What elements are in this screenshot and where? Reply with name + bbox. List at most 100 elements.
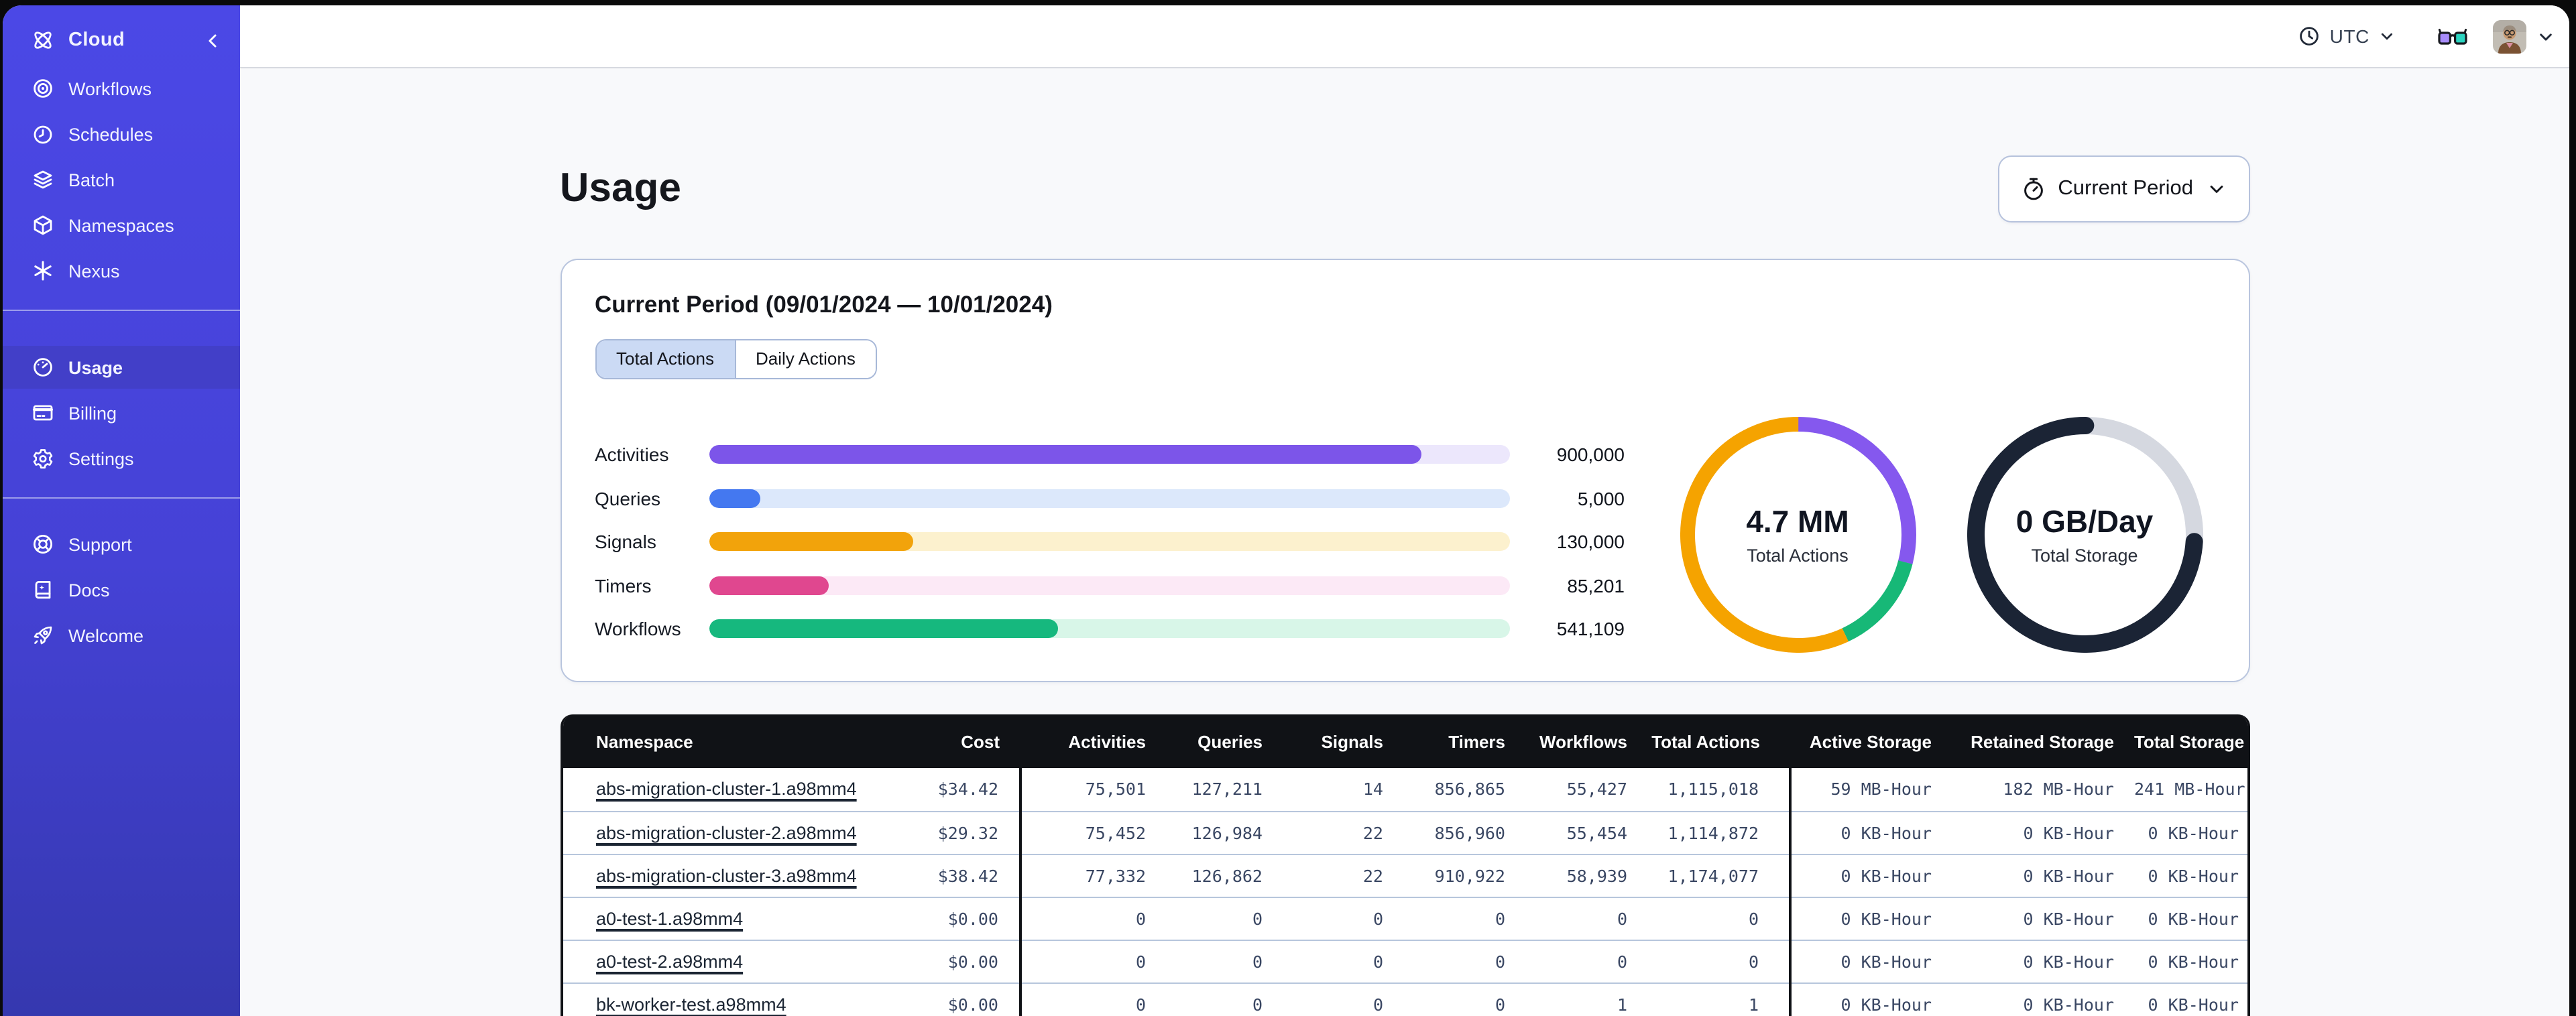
bar-value: 130,000 (1556, 531, 1625, 552)
col-header-namespace: Namespace (596, 731, 693, 751)
namespace-link[interactable]: abs-migration-cluster-2.a98mm4 (596, 822, 857, 842)
cell-cost: $0.00 (947, 951, 998, 971)
batch-icon (31, 169, 54, 190)
cell-retained-storage: 0 KB-Hour (2023, 822, 2114, 842)
sidebar-item-support[interactable]: Support (3, 521, 240, 567)
namespaces-icon (31, 214, 54, 236)
bar-value: 900,000 (1556, 444, 1625, 465)
bar-label: Timers (595, 574, 652, 596)
total-actions-label: Total Actions (1747, 546, 1849, 566)
table-row: abs-migration-cluster-2.a98mm4 $29.32 75… (563, 811, 2247, 854)
cell-activities: 75,501 (1018, 768, 1166, 811)
avatar[interactable] (2493, 19, 2526, 53)
bar-value: 5,000 (1577, 487, 1625, 509)
cell-activities: 77,332 (1018, 854, 1166, 897)
sidebar-collapse-button[interactable] (204, 31, 221, 49)
cell-workflows: 0 (1617, 908, 1627, 928)
cell-retained-storage: 0 KB-Hour (2023, 865, 2114, 885)
namespace-link[interactable]: a0-test-2.a98mm4 (596, 951, 743, 971)
sidebar-item-billing[interactable]: Billing (3, 390, 240, 436)
cell-active-storage: 0 KB-Hour (1788, 811, 1952, 854)
chevron-down-icon (2207, 180, 2225, 198)
cell-timers: 910,922 (1434, 865, 1505, 885)
cell-signals: 0 (1372, 951, 1383, 971)
sidebar-item-usage[interactable]: Usage (3, 346, 240, 389)
timezone-selector[interactable]: UTC (2291, 20, 2403, 52)
cell-total-storage: 0 KB-Hour (2148, 908, 2239, 928)
usage-table: Namespace Cost Activities Queries Signal… (560, 714, 2249, 1016)
glasses-icon[interactable] (2438, 26, 2467, 46)
sidebar-item-label: Schedules (68, 124, 154, 144)
cloud-logo-icon (31, 28, 55, 52)
cell-total-actions: 1 (1748, 994, 1759, 1014)
namespace-link[interactable]: abs-migration-cluster-1.a98mm4 (596, 779, 857, 800)
chevron-down-icon (2379, 28, 2395, 44)
sidebar-item-label: Docs (68, 580, 110, 600)
period-selector-button[interactable]: Current Period (1997, 155, 2249, 223)
tab-total-actions[interactable]: Total Actions (596, 340, 734, 378)
topbar: UTC (240, 5, 2569, 68)
cell-queries: 126,984 (1191, 822, 1263, 842)
table-row: abs-migration-cluster-3.a98mm4 $38.42 77… (563, 854, 2247, 897)
sidebar-item-schedules[interactable]: Schedules (3, 111, 240, 157)
cell-signals: 0 (1372, 908, 1383, 928)
cell-total-actions: 1,114,872 (1667, 822, 1759, 842)
cell-queries: 0 (1252, 908, 1263, 928)
cell-active-storage: 0 KB-Hour (1788, 982, 1952, 1016)
cell-activities: 0 (1018, 982, 1166, 1016)
sidebar-item-label: Workflows (68, 78, 152, 99)
cell-activities: 0 (1018, 940, 1166, 982)
panel-heading: Current Period (09/01/2024 — 10/01/2024) (595, 291, 1053, 318)
bar-row-queries: Queries 5,000 (595, 487, 1625, 509)
cell-queries: 0 (1252, 994, 1263, 1014)
cell-total-storage: 0 KB-Hour (2148, 994, 2239, 1014)
bar-row-timers: Timers 85,201 (595, 574, 1625, 596)
sidebar-item-batch[interactable]: Batch (3, 157, 240, 202)
account-menu-chevron-icon[interactable] (2537, 27, 2555, 45)
cell-active-storage: 0 KB-Hour (1788, 897, 1952, 940)
cell-queries: 0 (1252, 951, 1263, 971)
bar-fill-2 (709, 532, 914, 551)
bar-label: Signals (595, 531, 656, 552)
bar-label: Activities (595, 444, 669, 465)
cell-cost: $29.32 (937, 822, 998, 842)
col-header-retained-storage: Retained Storage (1971, 731, 2114, 751)
sidebar-item-nexus[interactable]: Nexus (3, 248, 240, 294)
namespace-link[interactable]: abs-migration-cluster-3.a98mm4 (596, 865, 857, 885)
cell-workflows: 58,939 (1566, 865, 1627, 885)
bar-row-signals: Signals 130,000 (595, 531, 1625, 552)
sidebar-item-docs[interactable]: Docs (3, 567, 240, 613)
cell-retained-storage: 0 KB-Hour (2023, 951, 2114, 971)
namespace-link[interactable]: bk-worker-test.a98mm4 (596, 994, 786, 1014)
cell-total-storage: 0 KB-Hour (2148, 951, 2239, 971)
sidebar-item-welcome[interactable]: Welcome (3, 613, 240, 658)
cell-retained-storage: 0 KB-Hour (2023, 908, 2114, 928)
support-icon (31, 533, 54, 555)
cell-timers: 856,865 (1434, 779, 1505, 800)
sidebar-item-label: Nexus (68, 261, 120, 281)
donut-charts: 4.7 MM Total Actions 0 GB/Day Total Stor… (1680, 417, 2203, 663)
cell-cost: $38.42 (937, 865, 998, 885)
clock-icon (2299, 25, 2321, 47)
cell-total-actions: 0 (1748, 908, 1759, 928)
cell-timers: 0 (1495, 994, 1505, 1014)
cell-active-storage: 0 KB-Hour (1788, 940, 1952, 982)
bar-fill-4 (709, 619, 1058, 638)
app-window: Cloud Workflows Schedules Batch Namespac… (3, 5, 2569, 1016)
bar-value: 541,109 (1556, 618, 1625, 639)
settings-icon (31, 448, 54, 469)
sidebar: Cloud Workflows Schedules Batch Namespac… (3, 5, 240, 1016)
cell-activities: 0 (1018, 897, 1166, 940)
tab-daily-actions[interactable]: Daily Actions (734, 340, 876, 378)
table-row: a0-test-2.a98mm4 $0.00 0 0 0 0 0 0 0 KB-… (563, 940, 2247, 982)
cell-workflows: 55,427 (1566, 779, 1627, 800)
cell-total-storage: 0 KB-Hour (2148, 822, 2239, 842)
sidebar-item-settings[interactable]: Settings (3, 436, 240, 481)
usage-icon (31, 357, 54, 378)
sidebar-item-namespaces[interactable]: Namespaces (3, 202, 240, 248)
sidebar-item-workflows[interactable]: Workflows (3, 66, 240, 111)
namespace-link[interactable]: a0-test-1.a98mm4 (596, 908, 743, 928)
bar-track-0 (709, 445, 1509, 464)
workflows-icon (31, 78, 54, 99)
bar-label: Workflows (595, 618, 681, 639)
